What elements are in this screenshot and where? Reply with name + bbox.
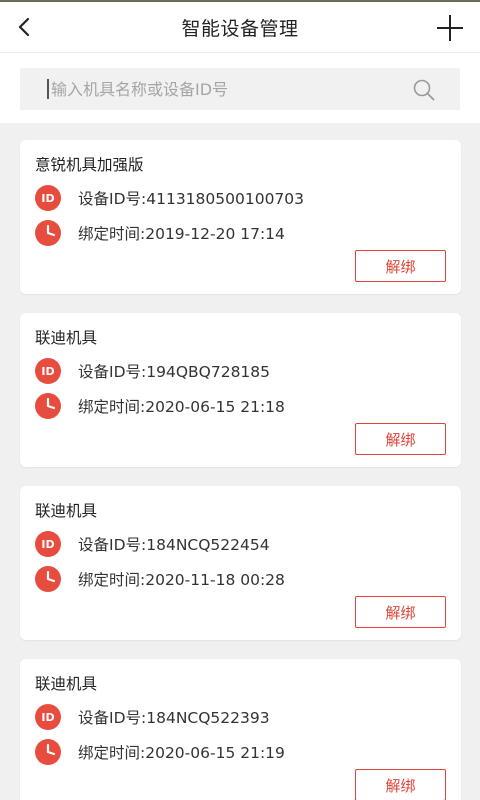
clock-icon [35,739,61,765]
device-id-row: ID 设备ID号:184NCQ522393 [35,704,270,730]
bind-time-row: 绑定时间:2019-12-20 17:14 [35,220,285,246]
id-badge-text: ID [41,364,55,378]
device-card: 联迪机具 ID 设备ID号:184NCQ522454 绑定时间:2020-11-… [20,486,461,640]
search-box[interactable] [20,68,460,110]
device-list: 意锐机具加强版 ID 设备ID号:4113180500100703 绑定时间:2… [20,140,461,800]
clock-icon [35,566,61,592]
device-name: 联迪机具 [35,502,98,520]
device-id: 设备ID号:184NCQ522393 [78,709,270,727]
id-badge-icon: ID [35,185,61,211]
device-id-row: ID 设备ID号:4113180500100703 [35,185,304,211]
clock-icon [35,220,61,246]
plus-icon[interactable] [436,14,464,42]
device-card: 联迪机具 ID 设备ID号:194QBQ728185 绑定时间:2020-06-… [20,313,461,467]
id-badge-text: ID [41,710,55,724]
device-id: 设备ID号:194QBQ728185 [78,363,271,381]
search-icon[interactable] [412,78,436,102]
page-title: 智能设备管理 [181,17,299,40]
device-id: 设备ID号:4113180500100703 [78,190,305,208]
device-name: 意锐机具加强版 [35,156,144,174]
bind-time-row: 绑定时间:2020-06-15 21:18 [35,393,285,419]
unbind-button[interactable]: 解绑 [355,596,446,628]
unbind-button[interactable]: 解绑 [355,769,446,800]
id-badge-icon: ID [35,704,61,730]
device-name: 联迪机具 [35,675,98,693]
search-bar [0,52,480,123]
search-input[interactable] [49,74,389,104]
unbind-button[interactable]: 解绑 [355,423,446,455]
bind-time-row: 绑定时间:2020-11-18 00:28 [35,566,285,592]
device-card: 联迪机具 ID 设备ID号:184NCQ522393 绑定时间:2020-06-… [20,659,461,800]
device-id-row: ID 设备ID号:194QBQ728185 [35,358,270,384]
id-badge-text: ID [41,537,55,551]
clock-icon [35,393,61,419]
device-card: 意锐机具加强版 ID 设备ID号:4113180500100703 绑定时间:2… [20,140,461,294]
bind-time: 绑定时间:2019-12-20 17:14 [78,225,285,243]
device-id: 设备ID号:184NCQ522454 [78,536,270,554]
bind-time-row: 绑定时间:2020-06-15 21:19 [35,739,285,765]
id-badge-icon: ID [35,358,61,384]
bind-time: 绑定时间:2020-06-15 21:19 [78,744,285,762]
id-badge-icon: ID [35,531,61,557]
bind-time: 绑定时间:2020-11-18 00:28 [78,571,285,589]
back-arrow-icon[interactable] [14,16,36,38]
unbind-button[interactable]: 解绑 [355,250,446,282]
device-name: 联迪机具 [35,329,98,347]
header-bar: 智能设备管理 [0,2,480,52]
id-badge-text: ID [41,191,55,205]
device-id-row: ID 设备ID号:184NCQ522454 [35,531,270,557]
bind-time: 绑定时间:2020-06-15 21:18 [78,398,285,416]
